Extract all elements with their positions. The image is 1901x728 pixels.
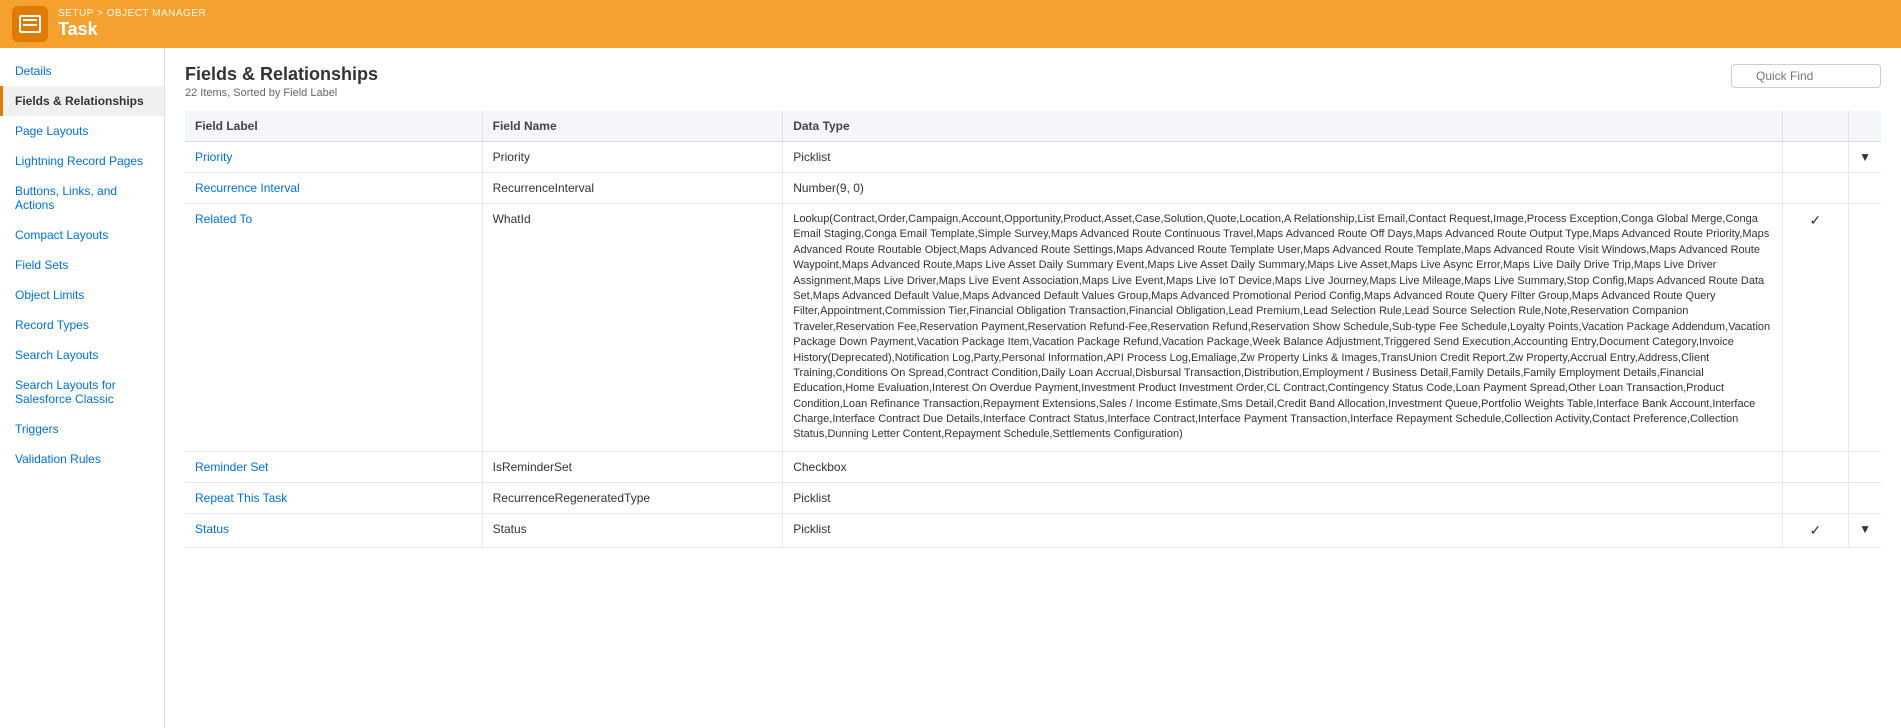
table-header-row: Field Label Field Name Data Type <box>185 111 1881 142</box>
data-type-cell: Checkbox <box>783 451 1782 482</box>
checkmark-cell: ✓ <box>1782 513 1849 547</box>
breadcrumb-setup-link[interactable]: SETUP <box>58 8 94 19</box>
sidebar-item-object-limits[interactable]: Object Limits <box>0 280 164 310</box>
content-title-area: Fields & Relationships 22 Items, Sorted … <box>185 64 378 99</box>
col-header-field-label: Field Label <box>185 111 482 142</box>
field-label-link[interactable]: Recurrence Interval <box>195 181 300 195</box>
field-label-link[interactable]: Priority <box>195 150 232 164</box>
field-label-link[interactable]: Repeat This Task <box>195 491 287 505</box>
sidebar-item-search-layouts-classic[interactable]: Search Layouts for Salesforce Classic <box>0 370 164 414</box>
field-label-cell: Recurrence Interval <box>185 173 482 204</box>
dropdown-cell[interactable]: ▼ <box>1849 513 1881 547</box>
table-row: Reminder Set IsReminderSet Checkbox <box>185 451 1881 482</box>
table-row: Related To WhatId Lookup(Contract,Order,… <box>185 204 1881 452</box>
checkmark-cell: ✓ <box>1782 204 1849 452</box>
data-type-cell: Number(9, 0) <box>783 173 1782 204</box>
dropdown-arrow-icon[interactable]: ▼ <box>1859 522 1871 536</box>
sidebar-item-lightning-record-pages[interactable]: Lightning Record Pages <box>0 146 164 176</box>
quick-find-wrapper: 🔍 <box>1731 64 1881 88</box>
content-title: Fields & Relationships <box>185 64 378 85</box>
checkmark-cell <box>1782 173 1849 204</box>
field-label-link[interactable]: Related To <box>195 212 252 226</box>
checkmark-cell <box>1782 451 1849 482</box>
breadcrumb-separator: > <box>97 8 107 19</box>
field-label-cell: Reminder Set <box>185 451 482 482</box>
data-type-cell-related-to: Lookup(Contract,Order,Campaign,Account,O… <box>783 204 1782 452</box>
checkmark-icon: ✓ <box>1809 522 1821 538</box>
sidebar: Details Fields & Relationships Page Layo… <box>0 48 165 728</box>
sidebar-item-triggers[interactable]: Triggers <box>0 414 164 444</box>
breadcrumb-object-manager-link[interactable]: OBJECT MANAGER <box>107 8 207 19</box>
field-name-cell: RecurrenceInterval <box>482 173 783 204</box>
sidebar-item-details[interactable]: Details <box>0 56 164 86</box>
sidebar-item-search-layouts[interactable]: Search Layouts <box>0 340 164 370</box>
main-content: Fields & Relationships 22 Items, Sorted … <box>165 48 1901 728</box>
field-name-cell: RecurrenceRegeneratedType <box>482 482 783 513</box>
dropdown-arrow-icon[interactable]: ▼ <box>1859 150 1871 164</box>
field-label-cell: Status <box>185 513 482 547</box>
breadcrumb-area: SETUP > OBJECT MANAGER Task <box>58 8 206 40</box>
checkmark-cell <box>1782 142 1849 173</box>
field-name-cell: Priority <box>482 142 783 173</box>
content-subtitle: 22 Items, Sorted by Field Label <box>185 87 378 99</box>
sidebar-item-compact-layouts[interactable]: Compact Layouts <box>0 220 164 250</box>
sidebar-item-record-types[interactable]: Record Types <box>0 310 164 340</box>
fields-table: Field Label Field Name Data Type Priorit… <box>185 111 1881 548</box>
col-header-actions-1 <box>1782 111 1849 142</box>
app-icon <box>12 6 48 42</box>
dropdown-cell <box>1849 451 1881 482</box>
dropdown-cell <box>1849 173 1881 204</box>
field-label-cell: Priority <box>185 142 482 173</box>
table-row: Priority Priority Picklist ▼ <box>185 142 1881 173</box>
sidebar-item-fields-relationships[interactable]: Fields & Relationships <box>0 86 164 116</box>
field-name-cell: IsReminderSet <box>482 451 783 482</box>
checkmark-icon: ✓ <box>1809 212 1821 228</box>
data-type-cell: Picklist <box>783 142 1782 173</box>
sidebar-item-validation-rules[interactable]: Validation Rules <box>0 444 164 474</box>
main-layout: Details Fields & Relationships Page Layo… <box>0 48 1901 728</box>
field-name-cell: Status <box>482 513 783 547</box>
dropdown-cell <box>1849 482 1881 513</box>
table-row: Recurrence Interval RecurrenceInterval N… <box>185 173 1881 204</box>
col-header-data-type: Data Type <box>783 111 1782 142</box>
field-label-cell: Repeat This Task <box>185 482 482 513</box>
field-label-link[interactable]: Reminder Set <box>195 460 268 474</box>
app-icon-graphic <box>19 15 41 33</box>
top-header: SETUP > OBJECT MANAGER Task <box>0 0 1901 48</box>
data-type-cell: Picklist <box>783 513 1782 547</box>
table-row: Repeat This Task RecurrenceRegeneratedTy… <box>185 482 1881 513</box>
dropdown-cell <box>1849 204 1881 452</box>
field-label-link[interactable]: Status <box>195 522 229 536</box>
sidebar-item-page-layouts[interactable]: Page Layouts <box>0 116 164 146</box>
sidebar-item-buttons-links-actions[interactable]: Buttons, Links, and Actions <box>0 176 164 220</box>
col-header-field-name: Field Name <box>482 111 783 142</box>
breadcrumb: SETUP > OBJECT MANAGER <box>58 8 206 19</box>
dropdown-cell[interactable]: ▼ <box>1849 142 1881 173</box>
checkmark-cell <box>1782 482 1849 513</box>
col-header-actions-2 <box>1849 111 1881 142</box>
quick-find-input[interactable] <box>1731 64 1881 88</box>
field-name-cell: WhatId <box>482 204 783 452</box>
content-header: Fields & Relationships 22 Items, Sorted … <box>185 64 1881 99</box>
sidebar-item-field-sets[interactable]: Field Sets <box>0 250 164 280</box>
field-label-cell: Related To <box>185 204 482 452</box>
data-type-cell: Picklist <box>783 482 1782 513</box>
table-row: Status Status Picklist ✓ ▼ <box>185 513 1881 547</box>
page-title: Task <box>58 19 206 40</box>
